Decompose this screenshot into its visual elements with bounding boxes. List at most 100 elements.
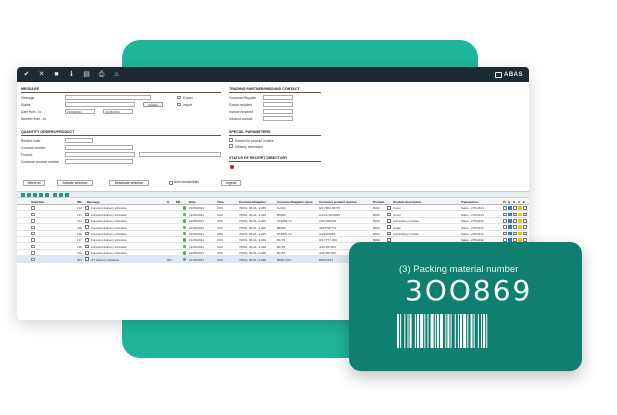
grid-next-icon[interactable] xyxy=(39,193,43,197)
select-all-button[interactable]: Select all xyxy=(23,180,45,186)
open-message-icon[interactable] xyxy=(85,218,89,223)
legend-button[interactable]: Legend xyxy=(221,180,241,186)
column-header[interactable]: Selection xyxy=(31,200,44,204)
save-icon[interactable]: ■ xyxy=(52,70,61,79)
row-select-checkbox[interactable] xyxy=(31,225,35,230)
more-icon[interactable] xyxy=(523,231,527,236)
date-from-input[interactable]: 21/06/2021 xyxy=(65,109,95,114)
open-message-icon[interactable] xyxy=(85,206,89,210)
row-select-checkbox[interactable] xyxy=(31,244,35,249)
column-header[interactable]: S xyxy=(167,200,169,204)
contract-number-input[interactable] xyxy=(65,145,133,150)
customer-product-input[interactable] xyxy=(65,159,133,164)
more-icon[interactable] xyxy=(523,225,527,229)
message-select[interactable] xyxy=(65,95,151,100)
view-icon[interactable] xyxy=(508,231,512,236)
detail-icon[interactable] xyxy=(513,212,517,217)
inbound-contact-input[interactable] xyxy=(263,116,293,121)
detail-icon[interactable] xyxy=(513,206,517,210)
check-icon[interactable]: ✔ xyxy=(22,70,31,79)
edit-icon[interactable] xyxy=(503,212,507,217)
column-header[interactable]: S xyxy=(513,200,515,204)
edit-icon[interactable] xyxy=(503,231,507,236)
view-icon[interactable] xyxy=(508,212,512,217)
invoice-recipient-input[interactable] xyxy=(263,109,293,114)
row-select-checkbox[interactable] xyxy=(31,212,35,217)
grid-first-icon[interactable] xyxy=(27,193,31,197)
grid-add-icon[interactable] xyxy=(21,193,25,197)
row-select-checkbox[interactable] xyxy=(31,257,35,262)
column-header[interactable]: Product xyxy=(373,200,384,204)
column-header[interactable]: Product description xyxy=(393,200,421,204)
open-message-icon[interactable] xyxy=(85,212,89,217)
row-select-checkbox[interactable] xyxy=(31,251,35,255)
customer-supplier-input[interactable] xyxy=(263,95,293,100)
goods-recipient-input[interactable] xyxy=(263,102,293,107)
column-header[interactable]: Customer/Supplier name xyxy=(277,200,313,204)
open-message-icon[interactable] xyxy=(85,250,89,255)
column-header[interactable]: A xyxy=(518,200,520,204)
status-field[interactable] xyxy=(65,102,135,107)
product-link-icon[interactable] xyxy=(387,212,391,217)
column-header[interactable]: Transaction xyxy=(461,200,478,204)
column-header[interactable]: Pr xyxy=(503,200,506,204)
product-link-icon[interactable] xyxy=(387,218,391,223)
activate-selection-button[interactable]: Activate selection xyxy=(57,180,93,186)
grid-filter-icon[interactable] xyxy=(53,193,57,197)
product-description-input[interactable] xyxy=(139,152,221,157)
open-message-icon[interactable] xyxy=(85,238,89,242)
more-icon[interactable] xyxy=(523,212,527,217)
product-link-icon[interactable] xyxy=(387,231,391,236)
column-header[interactable]: ID# xyxy=(77,200,82,204)
grid-export-icon[interactable] xyxy=(59,193,63,197)
detail-icon[interactable] xyxy=(513,218,517,223)
open-message-icon[interactable] xyxy=(85,231,89,236)
open-message-icon[interactable] xyxy=(85,257,89,261)
edit-icon[interactable] xyxy=(503,218,507,223)
edit-icon[interactable] xyxy=(503,206,507,210)
product-link-icon[interactable] xyxy=(387,225,391,229)
status-update-button[interactable]: Update xyxy=(143,102,163,107)
column-header[interactable]: E xyxy=(523,200,525,204)
grid-prev-icon[interactable] xyxy=(33,193,37,197)
delivery-schedules-checkbox[interactable] xyxy=(229,144,233,148)
product-input[interactable] xyxy=(65,152,135,157)
column-header[interactable]: Message xyxy=(87,200,100,204)
grid-last-icon[interactable] xyxy=(45,193,49,197)
open-message-icon[interactable] xyxy=(85,244,89,249)
row-select-checkbox[interactable] xyxy=(31,231,35,236)
view-icon[interactable] xyxy=(508,218,512,223)
search-table-checkbox[interactable] xyxy=(229,138,233,142)
print-icon[interactable]: ⎙ xyxy=(97,70,106,79)
blanket-order-input[interactable] xyxy=(65,138,93,143)
view-icon[interactable] xyxy=(508,225,512,229)
home-icon[interactable]: ⌂ xyxy=(112,70,121,79)
row-select-checkbox[interactable] xyxy=(31,206,35,210)
more-icon[interactable] xyxy=(523,206,527,210)
column-header[interactable]: Date xyxy=(189,200,196,204)
date-to-input[interactable]: 21/06/2021 xyxy=(103,109,133,114)
edit-icon[interactable] xyxy=(503,225,507,229)
barcode-bar xyxy=(481,314,482,348)
open-message-icon[interactable] xyxy=(85,225,89,229)
detail-icon[interactable] xyxy=(513,231,517,236)
detail-icon[interactable] xyxy=(513,225,517,229)
deactivate-selection-button[interactable]: Deactivate selection xyxy=(109,180,149,186)
import-checkbox[interactable] xyxy=(177,102,181,106)
more-icon[interactable] xyxy=(523,218,527,223)
column-header[interactable]: Time xyxy=(217,200,224,204)
row-select-checkbox[interactable] xyxy=(31,238,35,242)
info-icon[interactable]: ℹ xyxy=(67,70,76,79)
column-header[interactable]: Q xyxy=(508,200,510,204)
close-icon[interactable]: ✕ xyxy=(37,70,46,79)
list-icon[interactable]: ▤ xyxy=(82,70,91,79)
row-select-checkbox[interactable] xyxy=(31,219,35,223)
view-icon[interactable] xyxy=(508,206,512,210)
product-link-icon[interactable] xyxy=(387,206,391,210)
grid-settings-icon[interactable] xyxy=(65,193,69,197)
column-header[interactable]: Customer product number xyxy=(319,200,357,204)
column-header[interactable]: EB xyxy=(176,200,180,204)
export-checkbox[interactable] xyxy=(177,95,181,99)
column-header[interactable]: Customer/Supplier xyxy=(239,200,266,204)
auto-format-checkbox[interactable] xyxy=(169,181,173,185)
